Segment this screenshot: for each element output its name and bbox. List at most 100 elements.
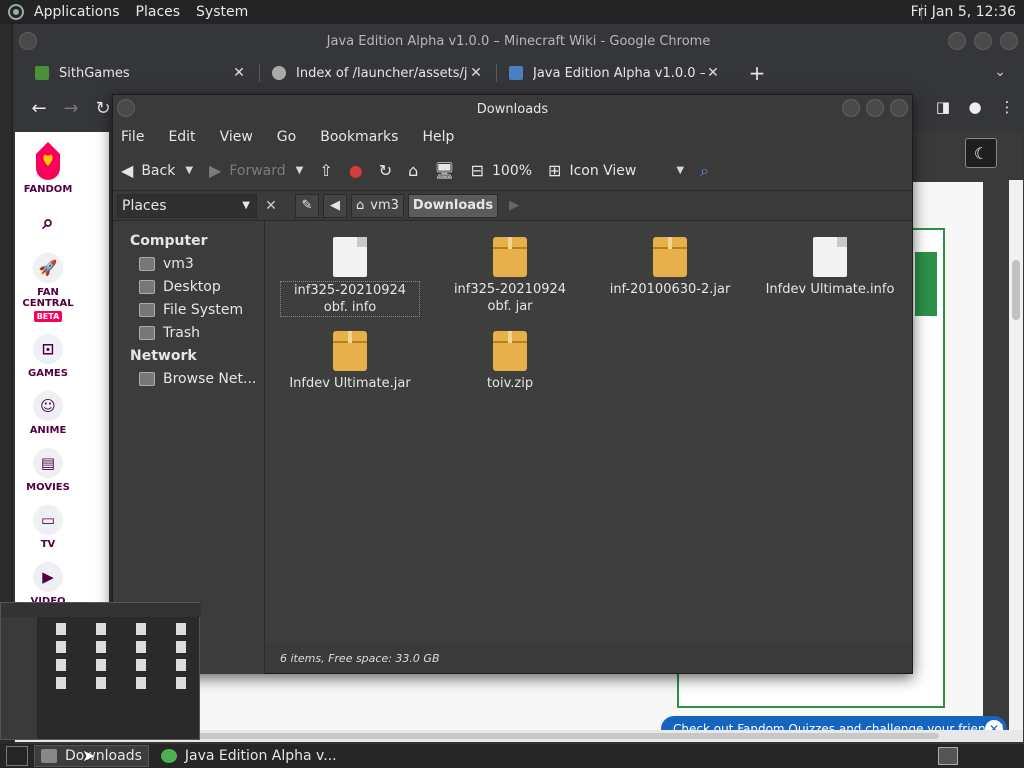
places-combo[interactable]: Places ▼ [117, 193, 257, 218]
tab-search-button[interactable]: ⌄ [994, 64, 1006, 80]
show-desktop-icon[interactable] [6, 746, 28, 766]
tab-close-icon[interactable]: ✕ [468, 65, 484, 81]
rail-anime[interactable]: ☺ ANIME [30, 391, 66, 436]
scrollbar-thumb[interactable] [1012, 260, 1020, 320]
side-panel-icon[interactable]: ◨ [932, 96, 954, 118]
window-thumbnail-preview[interactable] [0, 602, 201, 740]
rail-movies[interactable]: ▤ MOVIES [26, 448, 70, 493]
maximize-button[interactable] [866, 99, 884, 117]
places-label: Places [122, 197, 167, 214]
dark-mode-toggle-icon[interactable]: ☾ [965, 138, 997, 168]
minimize-button[interactable] [842, 99, 860, 117]
rail-label: TV [40, 539, 56, 550]
sidebar-item-trash[interactable]: Trash [113, 321, 264, 344]
sidebar-item-desktop[interactable]: Desktop [113, 275, 264, 298]
window-menu-button[interactable] [19, 32, 37, 50]
video-icon: ▶ [33, 562, 63, 592]
breadcrumb-downloads[interactable]: Downloads [407, 193, 499, 218]
movies-icon: ▤ [33, 448, 63, 478]
fandom-logo-icon[interactable] [30, 140, 66, 180]
breadcrumb-vm3[interactable]: ⌂ vm3 [351, 193, 404, 218]
fm-toolbar: ◀ Back ▼ ▶ Forward ▼ ⇧ ● ↻ ⌂ 🖥 ⊟ 100% ⊞ I… [113, 151, 912, 191]
tab-index-launcher[interactable]: Index of /launcher/assets/json ✕ [260, 58, 496, 88]
menu-applications[interactable]: Applications [34, 4, 120, 20]
breadcrumb-left-icon[interactable]: ◀ [323, 193, 347, 218]
home-button[interactable]: ⌂ [408, 161, 418, 180]
rail-fan-central[interactable]: 🚀 FAN CENTRAL BETA [20, 253, 76, 322]
folder-icon [41, 749, 57, 763]
close-button[interactable] [1000, 32, 1018, 50]
zoom-in-icon[interactable]: ⊞ [548, 161, 561, 180]
minimize-button[interactable] [948, 32, 966, 50]
zoom-out-button[interactable]: ⊟ 100% [471, 161, 532, 180]
menu-go[interactable]: Go [277, 129, 296, 145]
new-tab-button[interactable]: + [743, 59, 771, 87]
back-history-dropdown-icon[interactable]: ▼ [185, 165, 193, 176]
window-menu-button[interactable] [117, 99, 135, 117]
forward-arrow-icon[interactable]: → [57, 94, 85, 122]
rail-search[interactable]: ⌕ [33, 207, 63, 241]
computer-button[interactable]: 🖥 [434, 161, 454, 180]
tab-minecraft-wiki[interactable]: Java Edition Alpha v1.0.0 – Mi ✕ [497, 58, 733, 88]
menu-view[interactable]: View [220, 129, 253, 145]
tab-close-icon[interactable]: ✕ [231, 65, 247, 81]
back-arrow-icon[interactable]: ← [25, 94, 53, 122]
drive-icon [139, 302, 155, 317]
file-item[interactable]: inf325-20210924 obf. jar [440, 237, 580, 315]
kebab-menu-icon[interactable]: ⋮ [996, 96, 1018, 118]
sidebar-item-vm3[interactable]: vm3 [113, 252, 264, 275]
tab-close-icon[interactable]: ✕ [705, 65, 721, 81]
rail-games[interactable]: ⊡ GAMES [28, 334, 68, 379]
edit-location-icon[interactable]: ✎ [295, 193, 319, 218]
workspace-switcher[interactable] [938, 747, 958, 765]
view-mode-dropdown-icon[interactable]: ▼ [676, 165, 684, 176]
forward-button[interactable]: ▶ Forward ▼ [209, 161, 303, 180]
file-item[interactable]: inf325-20210924 obf. info [280, 237, 420, 317]
fm-titlebar[interactable]: Downloads [113, 95, 912, 123]
clock[interactable]: Fri Jan 5, 12:36 [911, 4, 1016, 20]
search-icon[interactable]: ⌕ [33, 207, 63, 237]
menu-places[interactable]: Places [136, 4, 181, 20]
menu-bookmarks[interactable]: Bookmarks [320, 129, 398, 145]
file-name: Infdev Ultimate.jar [289, 376, 411, 391]
search-button[interactable]: ⌕ [700, 161, 717, 181]
rail-tv[interactable]: ▭ TV [33, 505, 63, 550]
file-item[interactable]: toiv.zip [440, 331, 580, 392]
taskbar: Downloads Java Edition Alpha v... [0, 744, 1024, 768]
menu-help[interactable]: Help [422, 129, 454, 145]
chrome-titlebar[interactable]: Java Edition Alpha v1.0.0 – Minecraft Wi… [13, 24, 1024, 58]
view-mode-label: Icon View [569, 162, 637, 179]
task-label: Java Edition Alpha v... [184, 748, 337, 764]
file-item[interactable]: Infdev Ultimate.info [760, 237, 900, 298]
vertical-scrollbar[interactable] [1009, 180, 1023, 740]
wiki-green-button[interactable] [915, 252, 937, 316]
menu-system[interactable]: System [196, 4, 248, 20]
close-button[interactable] [890, 99, 908, 117]
thumbnail-files [41, 623, 201, 689]
view-mode-select[interactable]: ⊞ Icon View ▼ [548, 161, 684, 180]
tab-sithgames[interactable]: SithGames ✕ [23, 58, 259, 88]
reload-button[interactable]: ↻ [379, 161, 392, 180]
up-button[interactable]: ⇧ [319, 161, 332, 180]
back-button[interactable]: ◀ Back ▼ [121, 161, 193, 180]
file-item[interactable]: inf-20100630-2.jar [600, 237, 740, 298]
rail-video[interactable]: ▶ VIDEO [30, 562, 66, 607]
stop-button[interactable]: ● [349, 161, 363, 180]
file-item[interactable]: Infdev Ultimate.jar [280, 331, 420, 392]
fm-menubar: File Edit View Go Bookmarks Help [113, 123, 912, 151]
task-chrome[interactable]: Java Edition Alpha v... [155, 745, 343, 767]
maximize-button[interactable] [974, 32, 992, 50]
home-folder-icon: ⌂ [356, 198, 365, 213]
network-icon [139, 371, 155, 386]
sidebar-item-file-system[interactable]: File System [113, 298, 264, 321]
fandom-label: FANDOM [23, 184, 73, 195]
menu-edit[interactable]: Edit [168, 129, 195, 145]
forward-history-dropdown-icon[interactable]: ▼ [296, 165, 304, 176]
menu-file[interactable]: File [121, 129, 144, 145]
profile-icon[interactable]: ● [964, 96, 986, 118]
sidebar-item-browse-network[interactable]: Browse Net... [113, 367, 264, 390]
close-sidebar-icon[interactable]: ✕ [261, 196, 281, 216]
stop-icon: ● [348, 161, 363, 180]
system-logo-icon[interactable] [8, 4, 24, 20]
breadcrumb-right-icon[interactable]: ▶ [502, 194, 526, 218]
